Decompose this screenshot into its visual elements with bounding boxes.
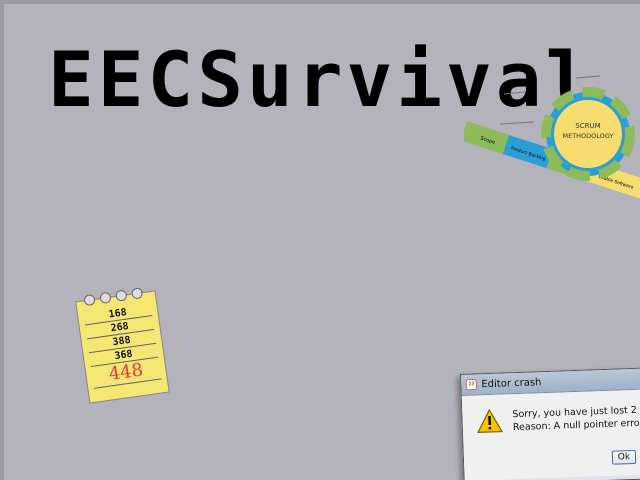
warning-icon — [477, 408, 504, 434]
annotation-line — [503, 91, 527, 95]
editor-crash-dialog: Editor crash Sorry, you have just lost 2… — [460, 366, 640, 480]
annotation-line — [575, 75, 601, 79]
dialog-message: Sorry, you have just lost 2 hour Reason:… — [512, 403, 640, 434]
sticky-note: 168 268 388 368 448 — [73, 283, 172, 406]
scrum-center-label-1: SCRUM — [575, 122, 600, 130]
ok-button[interactable]: Ok — [611, 449, 637, 465]
dialog-title: Editor crash — [481, 376, 542, 390]
dialog-body: Sorry, you have just lost 2 hour Reason:… — [461, 388, 640, 480]
scrum-center-label-2: METHODOLOGY — [562, 132, 613, 140]
annotation-line — [499, 121, 535, 125]
java-icon — [465, 379, 477, 391]
scrum-poster: Scope Product Backlog Design Usable Soft… — [460, 68, 640, 204]
game-screen: EECSurvival Scope Product Backlog Design… — [4, 4, 640, 480]
scrum-diagram: Scope Product Backlog Design Usable Soft… — [460, 75, 640, 204]
